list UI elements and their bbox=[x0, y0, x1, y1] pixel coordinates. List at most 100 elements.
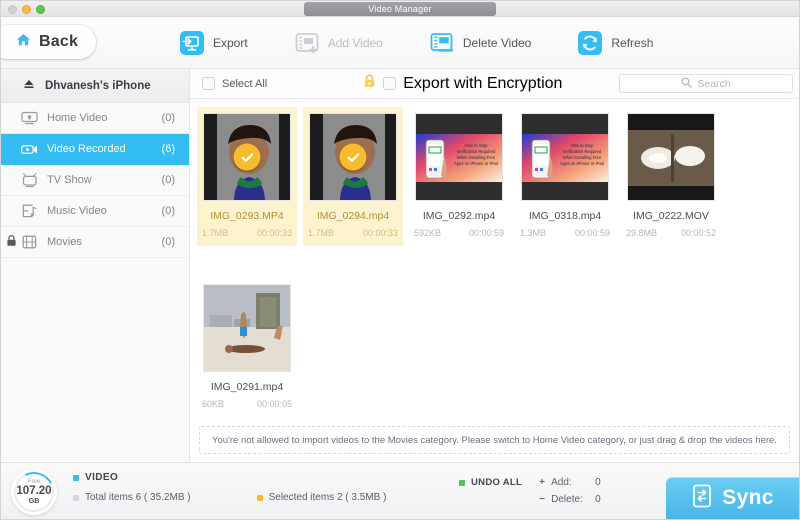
video-meta: 592KB 00:00:59 bbox=[412, 228, 506, 238]
back-label: Back bbox=[39, 33, 79, 50]
svg-text:When Installing Free: When Installing Free bbox=[457, 155, 496, 160]
video-meta: 1.7MB 00:00:33 bbox=[200, 228, 294, 238]
sidebar-item-label: Movies bbox=[47, 236, 82, 248]
video-card[interactable]: IMG_0294.mp4 1.7MB 00:00:33 bbox=[303, 107, 403, 246]
video-thumbnail[interactable] bbox=[627, 113, 715, 201]
video-thumbnail[interactable]: How to Stop Verification Required When I… bbox=[521, 113, 609, 201]
video-grid: IMG_0293.MP4 1.7MB 00:00:33 IMG_0294.mp4… bbox=[194, 107, 799, 421]
video-name: IMG_0291.mp4 bbox=[210, 381, 284, 393]
svg-text:Verification Required: Verification Required bbox=[457, 149, 496, 154]
back-button[interactable]: Back bbox=[1, 25, 97, 59]
music-video-icon bbox=[21, 204, 38, 218]
sidebar-item-count: (6) bbox=[161, 143, 175, 155]
video-card[interactable]: How to Stop Verification Required When I… bbox=[409, 107, 509, 246]
video-duration: 00:00:59 bbox=[574, 228, 610, 238]
sync-label: Sync bbox=[722, 486, 774, 509]
video-duration: 00:00:52 bbox=[680, 228, 716, 238]
selected-items-label: Selected items 2 ( 3.5MB ) bbox=[268, 492, 387, 503]
minimize-button[interactable] bbox=[22, 5, 31, 14]
total-items-stat: Total items 6 ( 35.2MB ) bbox=[73, 492, 191, 503]
total-items-label: Total items 6 ( 35.2MB ) bbox=[85, 492, 191, 503]
refresh-icon bbox=[577, 30, 603, 56]
close-button[interactable] bbox=[8, 5, 17, 14]
select-all-label: Select All bbox=[222, 77, 268, 90]
eject-icon[interactable] bbox=[23, 78, 35, 93]
video-size: 60KB bbox=[202, 399, 225, 409]
sidebar-item-music-video[interactable]: Music Video (0) bbox=[1, 196, 189, 227]
svg-text:Apps on iPhone or iPad: Apps on iPhone or iPad bbox=[560, 161, 605, 166]
video-grid-area: IMG_0293.MP4 1.7MB 00:00:33 IMG_0294.mp4… bbox=[190, 99, 799, 426]
svg-text:Apps on iPhone or iPad: Apps on iPhone or iPad bbox=[454, 161, 499, 166]
selected-check-icon bbox=[339, 143, 367, 171]
add-value: 0 bbox=[595, 477, 601, 488]
video-card[interactable]: IMG_0293.MP4 1.7MB 00:00:33 bbox=[197, 107, 297, 246]
svg-text:How to Stop: How to Stop bbox=[571, 143, 594, 148]
window-body: Dhvanesh's iPhone Home Video (0) Video R… bbox=[1, 69, 799, 462]
video-legend-bullet bbox=[73, 474, 79, 481]
sidebar-item-tv-show[interactable]: TV Show (0) bbox=[1, 165, 189, 196]
home-icon bbox=[15, 32, 32, 53]
svg-text:How to Stop: How to Stop bbox=[465, 143, 488, 148]
video-size: 29.8MB bbox=[626, 228, 658, 238]
video-meta: 29.8MB 00:00:52 bbox=[624, 228, 718, 238]
pending-changes: UNDO ALL + Add: 0 − Delete: 0 bbox=[459, 477, 601, 511]
refresh-button[interactable]: Refresh bbox=[577, 30, 653, 56]
export-icon bbox=[179, 30, 205, 56]
undo-all-label: UNDO ALL bbox=[471, 477, 523, 488]
video-thumbnail[interactable] bbox=[203, 284, 291, 372]
window-tab-title[interactable]: Video Manager bbox=[304, 2, 496, 16]
video-meta: 1.7MB 00:00:33 bbox=[306, 228, 400, 238]
video-name: IMG_0294.mp4 bbox=[316, 210, 390, 222]
content-header: Select All Export with Encryption Search bbox=[190, 69, 799, 99]
video-card[interactable]: IMG_0222.MOV 29.8MB 00:00:52 bbox=[621, 107, 721, 246]
sidebar-item-count: (0) bbox=[161, 236, 175, 248]
video-size: 592KB bbox=[414, 228, 442, 238]
delete-video-icon bbox=[429, 30, 455, 56]
delete-label: Delete: bbox=[551, 494, 583, 505]
video-thumbnail[interactable] bbox=[309, 113, 397, 201]
sidebar-item-count: (0) bbox=[161, 174, 175, 186]
title-bar: Video Manager bbox=[1, 1, 799, 17]
plus-icon: + bbox=[539, 477, 545, 488]
sidebar: Dhvanesh's iPhone Home Video (0) Video R… bbox=[1, 69, 190, 462]
export-button[interactable]: Export bbox=[179, 30, 248, 56]
add-video-button[interactable]: Add Video bbox=[294, 30, 383, 56]
sidebar-item-movies[interactable]: Movies (0) bbox=[1, 227, 189, 258]
main-toolbar: Back Export Add Video Delete Video Refre… bbox=[1, 17, 799, 69]
export-encryption-checkbox[interactable] bbox=[383, 77, 397, 90]
video-thumbnail[interactable]: How to Stop Verification Required When I… bbox=[415, 113, 503, 201]
delete-video-label: Delete Video bbox=[462, 35, 532, 50]
toolbar-actions: Export Add Video Delete Video Refresh bbox=[179, 30, 653, 56]
home-video-icon bbox=[21, 111, 38, 125]
select-all-checkbox[interactable] bbox=[202, 77, 215, 90]
video-recorded-icon bbox=[21, 143, 38, 156]
device-header[interactable]: Dhvanesh's iPhone bbox=[1, 69, 189, 103]
lock-icon bbox=[6, 235, 17, 250]
export-encryption-control[interactable]: Export with Encryption bbox=[363, 74, 562, 93]
sidebar-item-count: (0) bbox=[161, 205, 175, 217]
delete-video-button[interactable]: Delete Video bbox=[429, 30, 532, 56]
status-summary: VIDEO Total items 6 ( 35.2MB ) Selected … bbox=[73, 472, 386, 503]
video-duration: 00:00:05 bbox=[256, 399, 292, 409]
sync-button[interactable]: Sync bbox=[666, 477, 799, 519]
sidebar-item-video-recorded[interactable]: Video Recorded (6) bbox=[1, 134, 189, 165]
video-card[interactable]: How to Stop Verification Required When I… bbox=[515, 107, 615, 246]
maximize-button[interactable] bbox=[36, 5, 45, 14]
video-card[interactable]: IMG_0291.mp4 60KB 00:00:05 bbox=[197, 278, 297, 417]
add-count-row: + Add: 0 bbox=[539, 477, 601, 488]
video-name: IMG_0318.mp4 bbox=[528, 210, 602, 222]
sidebar-item-home-video[interactable]: Home Video (0) bbox=[1, 103, 189, 134]
undo-all-bullet bbox=[459, 479, 465, 486]
select-all-control[interactable]: Select All bbox=[202, 77, 267, 90]
undo-all-button[interactable]: UNDO ALL bbox=[459, 477, 522, 488]
refresh-label: Refresh bbox=[611, 35, 654, 50]
video-thumbnail[interactable] bbox=[203, 113, 291, 201]
search-placeholder: Search bbox=[697, 77, 731, 90]
video-duration: 00:00:33 bbox=[362, 228, 398, 238]
search-input[interactable]: Search bbox=[619, 74, 793, 93]
sidebar-item-label: Music Video bbox=[47, 205, 107, 217]
selected-items-stat: Selected items 2 ( 3.5MB ) bbox=[256, 492, 387, 503]
video-size: 1.3MB bbox=[520, 228, 547, 238]
selected-items-bullet bbox=[256, 494, 263, 501]
delete-count-row: − Delete: 0 bbox=[539, 494, 601, 505]
